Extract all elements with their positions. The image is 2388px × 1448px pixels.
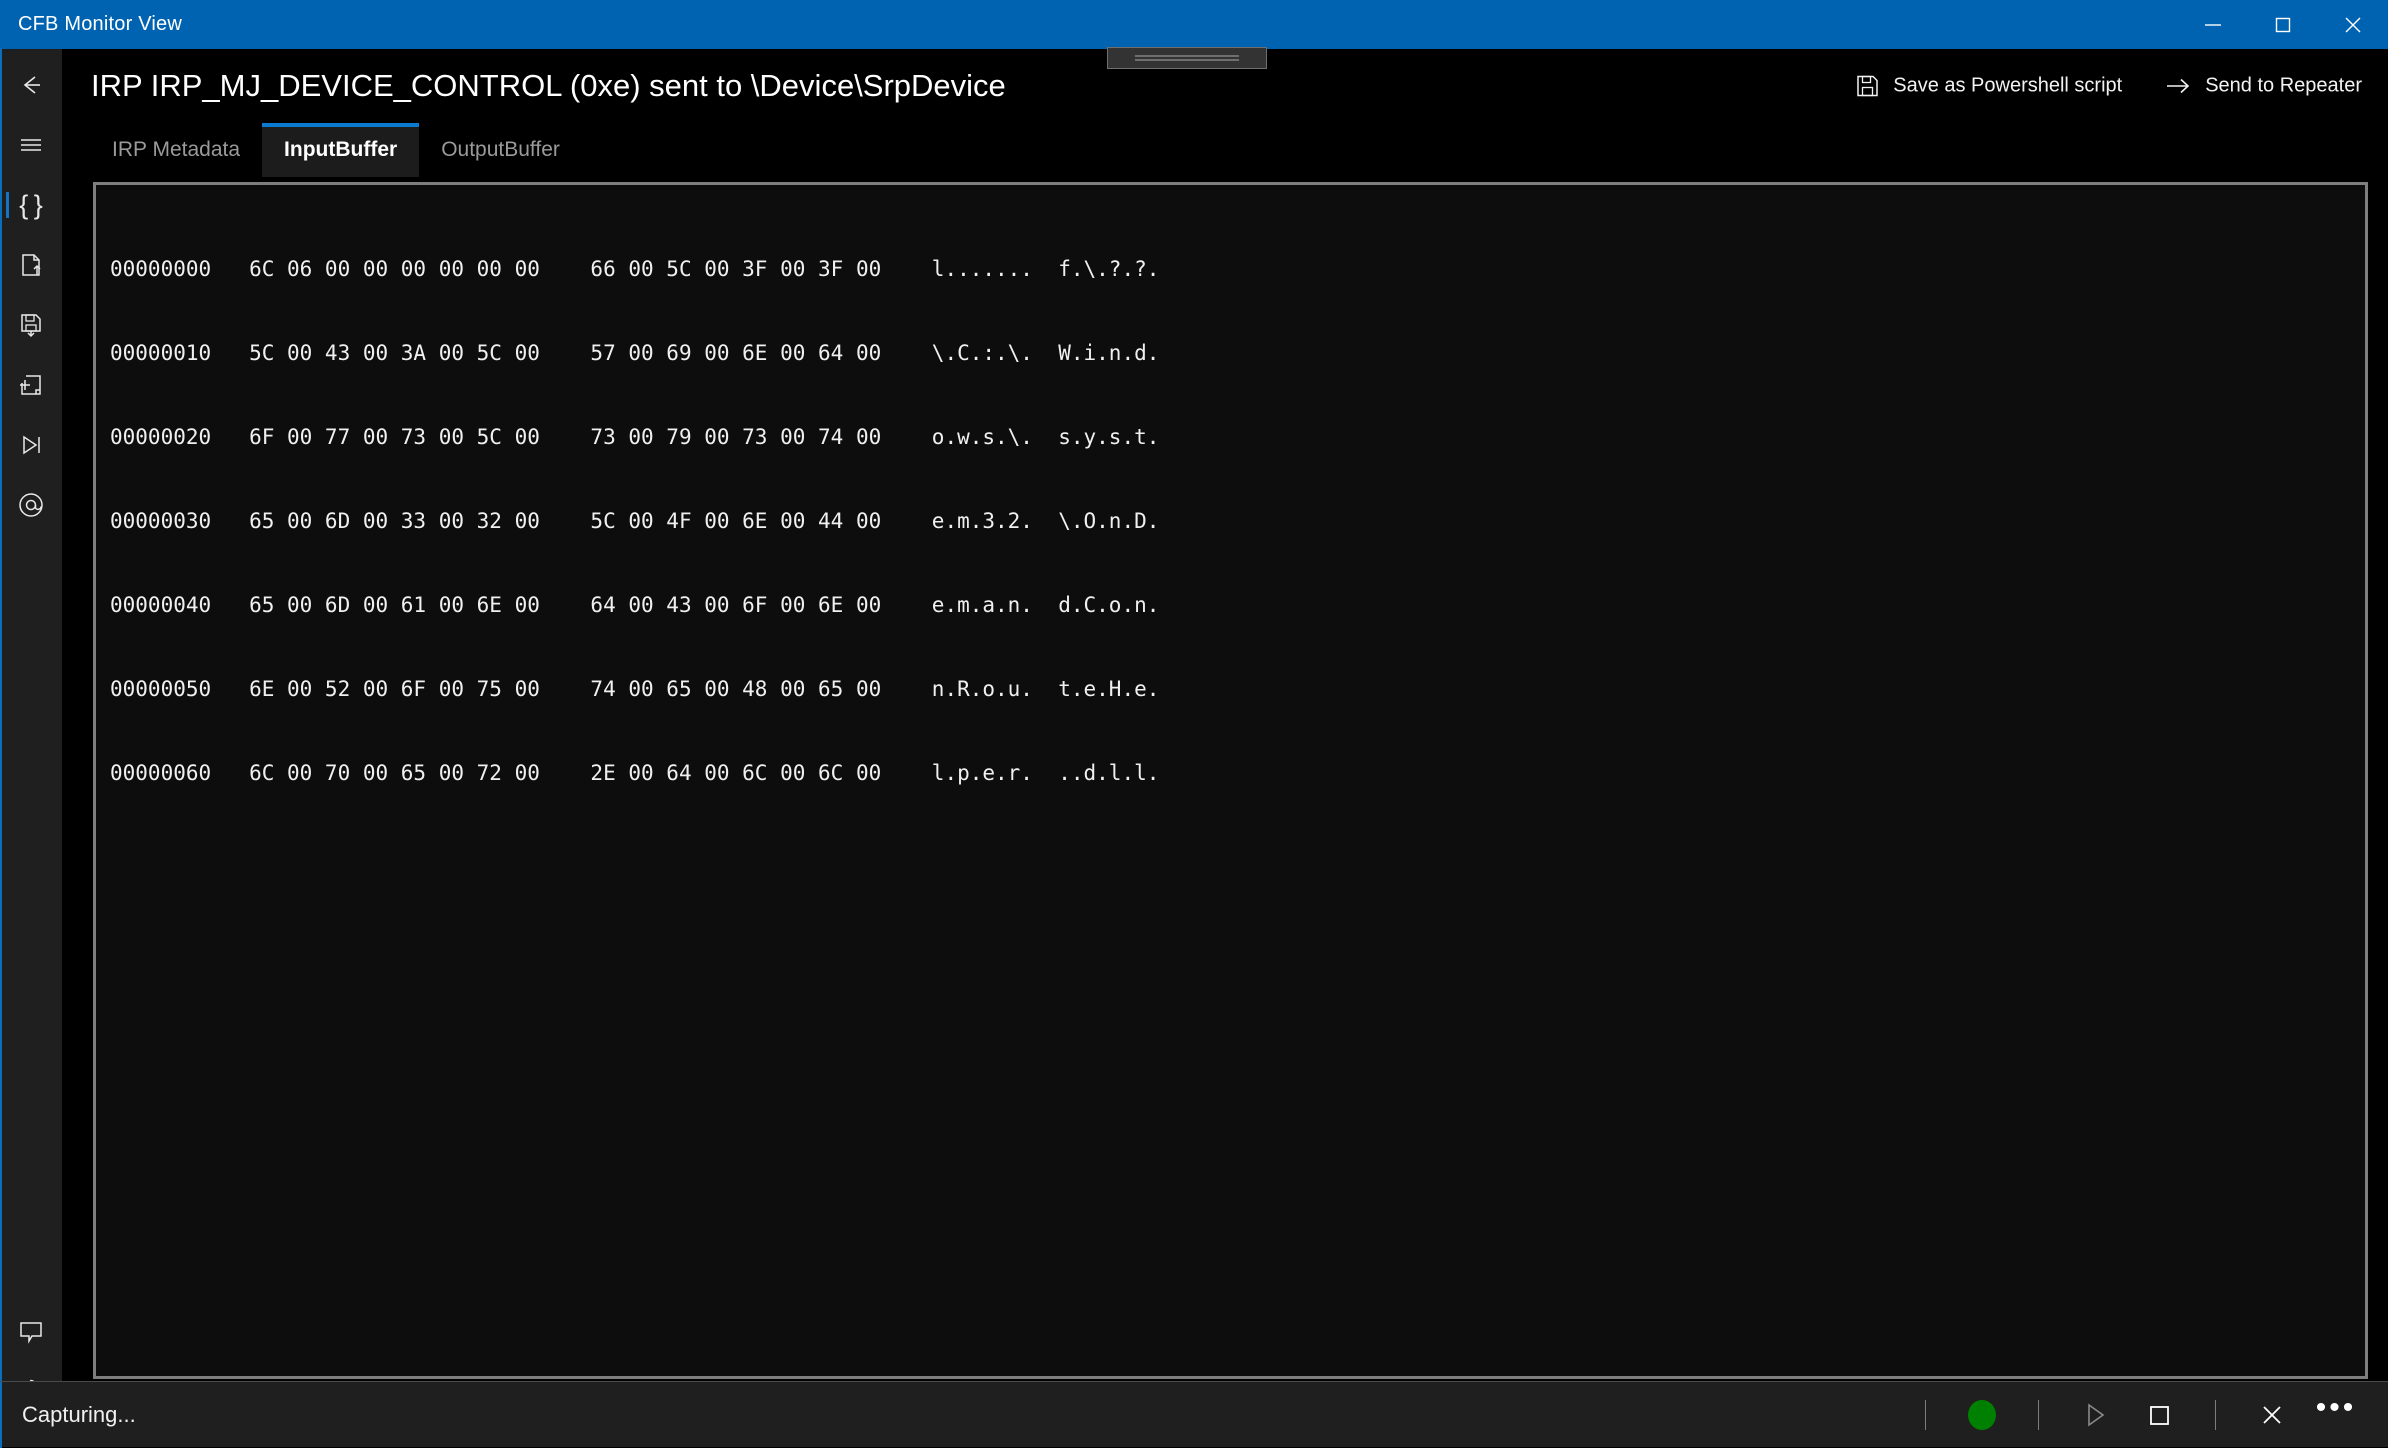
sidebar-item-new[interactable]: [0, 355, 63, 415]
arrow-right-icon: [2164, 74, 2192, 99]
tabstrip: IRP Metadata InputBuffer OutputBuffer: [63, 123, 2388, 177]
stop-icon: [2144, 1400, 2174, 1430]
statusbar-accent-bar: [0, 1382, 2, 1448]
page-title: IRP IRP_MJ_DEVICE_CONTROL (0xe) sent to …: [91, 68, 1006, 104]
maximize-icon: [2272, 14, 2294, 36]
hex-row: 00000040 65 00 6D 00 61 00 6E 00 64 00 4…: [110, 591, 2365, 619]
play-to-end-icon: [17, 431, 45, 459]
sidebar-item-back[interactable]: [0, 55, 63, 115]
header-actions: Save as Powershell script Send to Repeat…: [1851, 68, 2366, 105]
window-title: CFB Monitor View: [18, 13, 182, 36]
sidebar-item-address[interactable]: [0, 475, 63, 535]
record-button[interactable]: [1950, 1389, 2014, 1441]
tab-label: InputBuffer: [284, 138, 397, 162]
statusbar-separator: [2038, 1400, 2039, 1430]
save-as-powershell-script-label: Save as Powershell script: [1893, 75, 2122, 98]
window-titlebar: CFB Monitor View: [0, 0, 2388, 49]
statusbar-separator: [1925, 1400, 1926, 1430]
send-to-repeater-button[interactable]: Send to Repeater: [2160, 68, 2366, 105]
feedback-comment-icon: [17, 1317, 45, 1345]
hex-row: 00000030 65 00 6D 00 33 00 32 00 5C 00 4…: [110, 507, 2365, 535]
more-options-button[interactable]: •••: [2304, 1389, 2368, 1441]
hex-dump: 00000000 6C 06 00 00 00 00 00 00 66 00 5…: [110, 199, 2365, 843]
hex-row: 00000000 6C 06 00 00 00 00 00 00 66 00 5…: [110, 255, 2365, 283]
status-text: Capturing...: [22, 1402, 136, 1428]
drag-handle-bar: [1135, 55, 1239, 57]
statusbar-separator: [2215, 1400, 2216, 1430]
tab-irp-metadata[interactable]: IRP Metadata: [90, 123, 262, 177]
minimize-button[interactable]: [2178, 0, 2248, 49]
maximize-button[interactable]: [2248, 0, 2318, 49]
hex-row: 00000020 6F 00 77 00 73 00 5C 00 73 00 7…: [110, 423, 2365, 451]
window-drag-handle[interactable]: [1107, 47, 1267, 69]
tab-inputbuffer[interactable]: InputBuffer: [262, 123, 419, 177]
save-disk-icon: [1855, 74, 1880, 99]
hex-row: 00000050 6E 00 52 00 6F 00 75 00 74 00 6…: [110, 675, 2365, 703]
tab-outputbuffer[interactable]: OutputBuffer: [419, 123, 582, 177]
close-icon: [2342, 14, 2364, 36]
hex-viewer[interactable]: 00000000 6C 06 00 00 00 00 00 00 66 00 5…: [93, 182, 2368, 1379]
sidebar-item-export[interactable]: [0, 235, 63, 295]
statusbar-controls: •••: [1901, 1389, 2368, 1441]
send-to-repeater-label: Send to Repeater: [2205, 75, 2362, 98]
sidebar-item-save[interactable]: [0, 295, 63, 355]
record-dot-icon: [1968, 1400, 1996, 1430]
tab-label: IRP Metadata: [112, 138, 240, 162]
minimize-icon: [2202, 14, 2224, 36]
sidebar-item-replay[interactable]: [0, 415, 63, 475]
add-page-icon: [17, 371, 45, 399]
sidebar: { }: [0, 49, 63, 1447]
braces-icon: { }: [19, 192, 42, 219]
overflow-dots-icon: •••: [2316, 1403, 2357, 1427]
save-as-powershell-script-button[interactable]: Save as Powershell script: [1851, 68, 2126, 105]
statusbar: Capturing... •••: [0, 1381, 2388, 1447]
clear-button[interactable]: [2240, 1389, 2304, 1441]
save-disk-icon: [17, 311, 45, 339]
hex-row: 00000010 5C 00 43 00 3A 00 5C 00 57 00 6…: [110, 339, 2365, 367]
drag-handle-bar: [1135, 59, 1239, 61]
play-button[interactable]: [2063, 1389, 2127, 1441]
window-controls: [2178, 0, 2388, 49]
tab-label: OutputBuffer: [441, 138, 560, 162]
hex-row: 00000060 6C 00 70 00 65 00 72 00 2E 00 6…: [110, 759, 2365, 787]
sidebar-item-irp-monitor[interactable]: { }: [0, 175, 63, 235]
sidebar-item-menu[interactable]: [0, 115, 63, 175]
stop-button[interactable]: [2127, 1389, 2191, 1441]
hamburger-menu-icon: [17, 131, 45, 159]
at-sign-icon: [16, 490, 46, 520]
file-export-icon: [17, 251, 45, 279]
close-button[interactable]: [2318, 0, 2388, 49]
sidebar-item-feedback[interactable]: [0, 1301, 63, 1361]
back-arrow-icon: [16, 70, 46, 100]
play-icon: [2080, 1400, 2110, 1430]
close-x-icon: [2257, 1400, 2287, 1430]
